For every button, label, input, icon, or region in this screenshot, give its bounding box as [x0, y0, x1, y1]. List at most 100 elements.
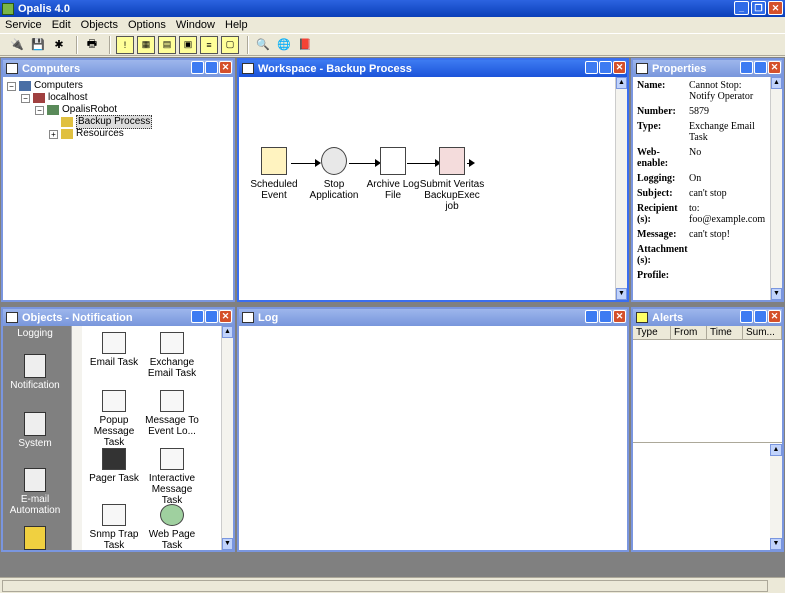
maximize-button[interactable] [599, 61, 612, 74]
close-button[interactable]: ✕ [768, 310, 781, 323]
properties-scrollbar[interactable]: ▲ ▼ [770, 77, 782, 300]
connect-icon[interactable]: 🔌 [8, 36, 26, 54]
restore-button[interactable]: ❐ [751, 1, 766, 15]
tree-node-computers[interactable]: − Computers [7, 80, 229, 92]
menu-objects[interactable]: Objects [76, 19, 123, 31]
properties-title-bar[interactable]: Properties ✕ [633, 60, 782, 77]
maximize-button[interactable] [205, 310, 218, 323]
popup-icon [102, 390, 126, 412]
tree-node-localhost[interactable]: − localhost [7, 92, 229, 104]
tree-node-backup-process[interactable]: Backup Process [7, 115, 229, 129]
maximize-button[interactable] [599, 310, 612, 323]
object-interactive-message-task[interactable]: Interactive Message Task [141, 448, 203, 506]
minimize-button[interactable] [191, 310, 204, 323]
column-type[interactable]: Type [633, 326, 671, 339]
close-button[interactable]: ✕ [219, 310, 232, 323]
objects-icon[interactable]: ▦ [137, 35, 155, 54]
scroll-up-icon[interactable]: ▲ [771, 77, 782, 89]
expand-icon[interactable]: + [49, 129, 58, 139]
minimize-button[interactable] [585, 310, 598, 323]
maximize-button[interactable] [205, 61, 218, 74]
maximize-button[interactable] [754, 61, 767, 74]
scroll-up-icon[interactable]: ▲ [222, 326, 233, 338]
category-telephone[interactable] [7, 526, 63, 552]
computers-title-bar[interactable]: Computers ✕ [3, 60, 233, 77]
close-button[interactable]: ✕ [768, 1, 783, 15]
telephone-icon [24, 526, 46, 550]
category-system[interactable]: System [7, 412, 63, 449]
scroll-down-icon[interactable]: ▼ [770, 538, 782, 550]
objects-scrollbar[interactable]: ▲ ▼ [221, 326, 233, 550]
minimize-button[interactable] [740, 310, 753, 323]
minimize-button[interactable] [585, 61, 598, 74]
alert-detail-scrollbar[interactable]: ▲ ▼ [770, 444, 782, 550]
alerts-list[interactable] [633, 340, 782, 443]
objects-title-bar[interactable]: Objects - Notification ✕ [3, 309, 233, 326]
property-value: 5879 [689, 106, 709, 117]
object-snmp-trap-task[interactable]: Snmp Trap Task [83, 504, 145, 551]
menu-window[interactable]: Window [171, 19, 220, 31]
property-value: On [689, 173, 702, 184]
agent-icon[interactable]: ✱ [50, 36, 68, 54]
print-icon[interactable]: 🖶 [83, 36, 101, 54]
property-key: Attachment (s): [637, 244, 688, 266]
menu-options[interactable]: Options [123, 19, 171, 31]
collapse-icon[interactable]: − [7, 81, 16, 91]
minimize-button[interactable]: _ [734, 1, 749, 15]
category-email-automation[interactable]: E-mail Automation [7, 468, 63, 516]
scroll-up-icon[interactable]: ▲ [770, 444, 782, 456]
save-icon[interactable]: 💾 [29, 36, 47, 54]
minimize-button[interactable] [740, 61, 753, 74]
scroll-down-icon[interactable]: ▼ [222, 538, 233, 550]
log-title-bar[interactable]: Log ✕ [239, 309, 627, 326]
object-exchange-email-task[interactable]: Exchange Email Task [141, 332, 203, 379]
menu-help[interactable]: Help [220, 19, 253, 31]
close-button[interactable]: ✕ [219, 61, 232, 74]
computers-tree: − Computers − localhost − OpalisRobot Backu… [3, 77, 233, 143]
scroll-up-icon[interactable]: ▲ [616, 77, 627, 89]
object-email-task[interactable]: Email Task [83, 332, 145, 368]
menu-edit[interactable]: Edit [47, 19, 76, 31]
flow-link[interactable] [467, 159, 475, 167]
log-icon[interactable]: ≡ [200, 35, 218, 54]
close-button[interactable]: ✕ [613, 310, 626, 323]
column-summary[interactable]: Sum... [743, 326, 782, 339]
column-from[interactable]: From [671, 326, 707, 339]
menu-bar: Service Edit Objects Options Window Help [0, 17, 785, 33]
close-button[interactable]: ✕ [768, 61, 781, 74]
object-popup-message-task[interactable]: Popup Message Task [83, 390, 145, 448]
category-bar: Logging Notification System E-mail Autom… [3, 326, 71, 550]
category-logging[interactable]: Logging [7, 328, 63, 339]
flow-node-submit-veritas[interactable]: Submit Veritas BackupExec job [417, 147, 487, 212]
app-title: Opalis 4.0 [18, 2, 70, 15]
help-book-icon[interactable]: 📕 [296, 36, 314, 54]
maximize-button[interactable] [754, 310, 767, 323]
computers-icon[interactable]: ▢ [221, 35, 239, 54]
category-scrollbar[interactable] [71, 326, 82, 550]
workspace-scrollbar[interactable]: ▲ ▼ [615, 77, 627, 300]
collapse-icon[interactable]: − [21, 93, 30, 103]
alert-icon[interactable]: ! [116, 35, 134, 54]
workspace-icon[interactable]: ▤ [158, 35, 176, 54]
workspace-canvas[interactable]: Scheduled Event Stop Application Archive… [239, 77, 615, 300]
alert-detail[interactable] [633, 444, 770, 550]
close-button[interactable]: ✕ [613, 61, 626, 74]
workspace-title-bar[interactable]: Workspace - Backup Process ✕ [239, 60, 627, 77]
search-icon[interactable]: 🔍 [254, 36, 272, 54]
alerts-title-bar[interactable]: Alerts ✕ [633, 309, 782, 326]
menu-service[interactable]: Service [0, 19, 47, 31]
property-row: Type: Exchange Email Task [637, 121, 766, 143]
category-notification[interactable]: Notification [7, 354, 63, 391]
log-content[interactable] [239, 326, 627, 550]
scroll-down-icon[interactable]: ▼ [616, 288, 627, 300]
minimize-button[interactable] [191, 61, 204, 74]
column-time[interactable]: Time [707, 326, 743, 339]
scroll-down-icon[interactable]: ▼ [771, 288, 782, 300]
object-pager-task[interactable]: Pager Task [83, 448, 145, 484]
object-message-to-event-log[interactable]: Message To Event Lo... [141, 390, 203, 437]
properties-icon[interactable]: ▣ [179, 35, 197, 54]
object-web-page-task[interactable]: Web Page Task [141, 504, 203, 551]
tree-node-resources[interactable]: + Resources [7, 128, 229, 140]
collapse-icon[interactable]: − [35, 105, 44, 115]
globe-icon[interactable]: 🌐 [275, 36, 293, 54]
